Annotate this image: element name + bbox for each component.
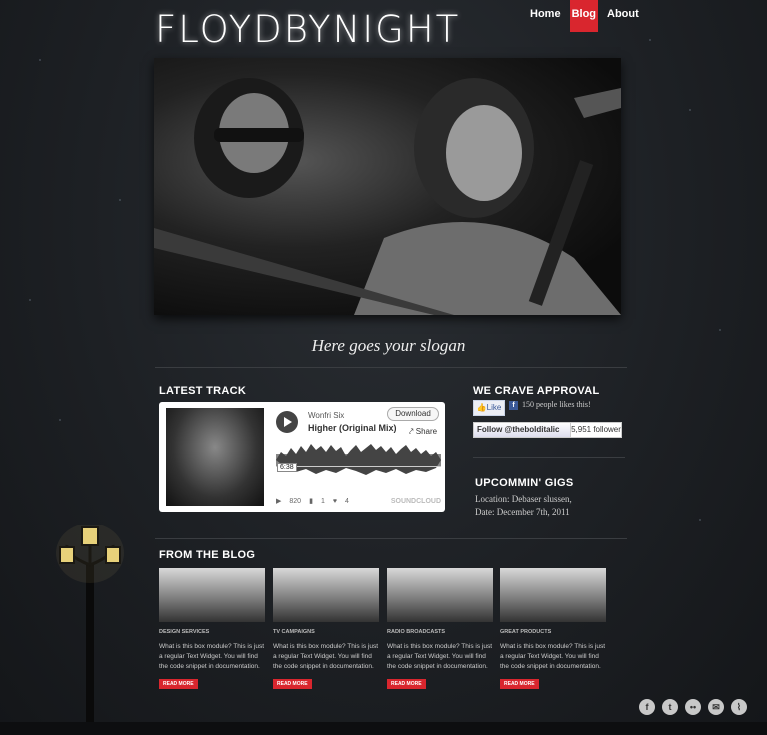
blog-heading: FROM THE BLOG <box>159 549 256 561</box>
facebook-icon[interactable]: f <box>639 699 655 715</box>
social-links: f t •• ✉ ⌇ <box>639 699 747 715</box>
twitter-follower-count[interactable]: 5,951 follower <box>570 422 622 438</box>
favorites-count: 4 <box>345 497 349 505</box>
comments-icon: ▮ <box>309 498 313 505</box>
twitter-follow-button[interactable]: Follow @thebolditalic <box>473 422 571 438</box>
blog-post-excerpt: What is this box module? This is just a … <box>500 643 606 670</box>
share-icon: ⤤ <box>409 427 416 436</box>
comments-count: 1 <box>320 497 325 505</box>
gigs-heading: UPCOMMIN' GIGS <box>475 477 574 489</box>
gig-location: Location: Debaser slussen, <box>475 494 572 504</box>
track-artist[interactable]: Wonfri Six <box>308 411 344 420</box>
likes-count-text: 150 people likes this! <box>522 400 591 409</box>
nav-home[interactable]: Home <box>525 0 566 32</box>
divider <box>155 367 627 368</box>
flickr-icon[interactable]: •• <box>685 699 701 715</box>
like-icon: 👍 <box>476 403 487 412</box>
read-more-button[interactable]: READ MORE <box>500 679 539 689</box>
track-stats: ▶ 820 ▮ 1 ♥ 4 SOUNDCLOUD <box>276 497 441 506</box>
soundcloud-logo[interactable]: SOUNDCLOUD <box>391 498 441 505</box>
divider <box>155 538 627 539</box>
read-more-button[interactable]: READ MORE <box>273 679 312 689</box>
rss-icon[interactable]: ⌇ <box>731 699 747 715</box>
blog-post-category[interactable]: TV CAMPAIGNS <box>273 629 379 635</box>
email-icon[interactable]: ✉ <box>708 699 724 715</box>
blog-post-image[interactable] <box>159 568 265 622</box>
track-artwork <box>166 408 264 506</box>
blog-post-category[interactable]: RADIO BROADCASTS <box>387 629 493 635</box>
read-more-button[interactable]: READ MORE <box>159 679 198 689</box>
gig-date: Date: December 7th, 2011 <box>475 507 570 517</box>
street-lamp-illustration <box>56 525 124 730</box>
main-nav: Home Blog About <box>525 0 644 32</box>
footer-bar <box>0 722 767 735</box>
nav-about[interactable]: About <box>602 0 644 32</box>
blog-post-card: TV CAMPAIGNS What is this box module? Th… <box>273 568 379 690</box>
blog-post-card: GREAT PRODUCTS What is this box module? … <box>500 568 606 690</box>
track-title[interactable]: Higher (Original Mix) <box>308 423 397 433</box>
plays-count: 820 <box>289 497 302 505</box>
read-more-button[interactable]: READ MORE <box>387 679 426 689</box>
like-label: Like <box>486 403 502 412</box>
hero-photo-illustration <box>154 78 621 315</box>
download-button[interactable]: Download <box>387 407 439 421</box>
favorites-icon: ♥ <box>332 497 337 505</box>
facebook-like-button[interactable]: 👍Like <box>473 400 505 416</box>
blog-post-image[interactable] <box>500 568 606 622</box>
blog-post-excerpt: What is this box module? This is just a … <box>159 643 265 670</box>
blog-post-image[interactable] <box>273 568 379 622</box>
site-logo[interactable]: FLOYDBYNIGHT <box>155 8 460 51</box>
blog-post-category[interactable]: GREAT PRODUCTS <box>500 629 606 635</box>
soundcloud-player: Wonfri Six Higher (Original Mix) Downloa… <box>159 402 445 512</box>
share-button[interactable]: ⤤ Share <box>409 427 437 437</box>
nav-blog[interactable]: Blog <box>569 0 599 32</box>
plays-icon: ▶ <box>276 498 282 505</box>
blog-post-card: RADIO BROADCASTS What is this box module… <box>387 568 493 690</box>
twitter-icon[interactable]: t <box>662 699 678 715</box>
hero-image <box>154 58 621 315</box>
facebook-icon: f <box>509 401 518 410</box>
waveform[interactable] <box>276 442 441 478</box>
track-time: 6:38 <box>277 463 297 472</box>
share-label: Share <box>415 427 438 436</box>
blog-post-category[interactable]: DESIGN SERVICES <box>159 629 265 635</box>
blog-post-card: DESIGN SERVICES What is this box module?… <box>159 568 265 690</box>
blog-post-excerpt: What is this box module? This is just a … <box>387 643 493 670</box>
blog-post-excerpt: What is this box module? This is just a … <box>273 643 379 670</box>
approval-heading: WE CRAVE APPROVAL <box>473 385 600 397</box>
blog-post-image[interactable] <box>387 568 493 622</box>
play-button[interactable] <box>276 411 298 433</box>
latest-track-heading: LATEST TRACK <box>159 385 247 397</box>
divider <box>473 457 625 458</box>
site-slogan: Here goes your slogan <box>311 336 466 355</box>
